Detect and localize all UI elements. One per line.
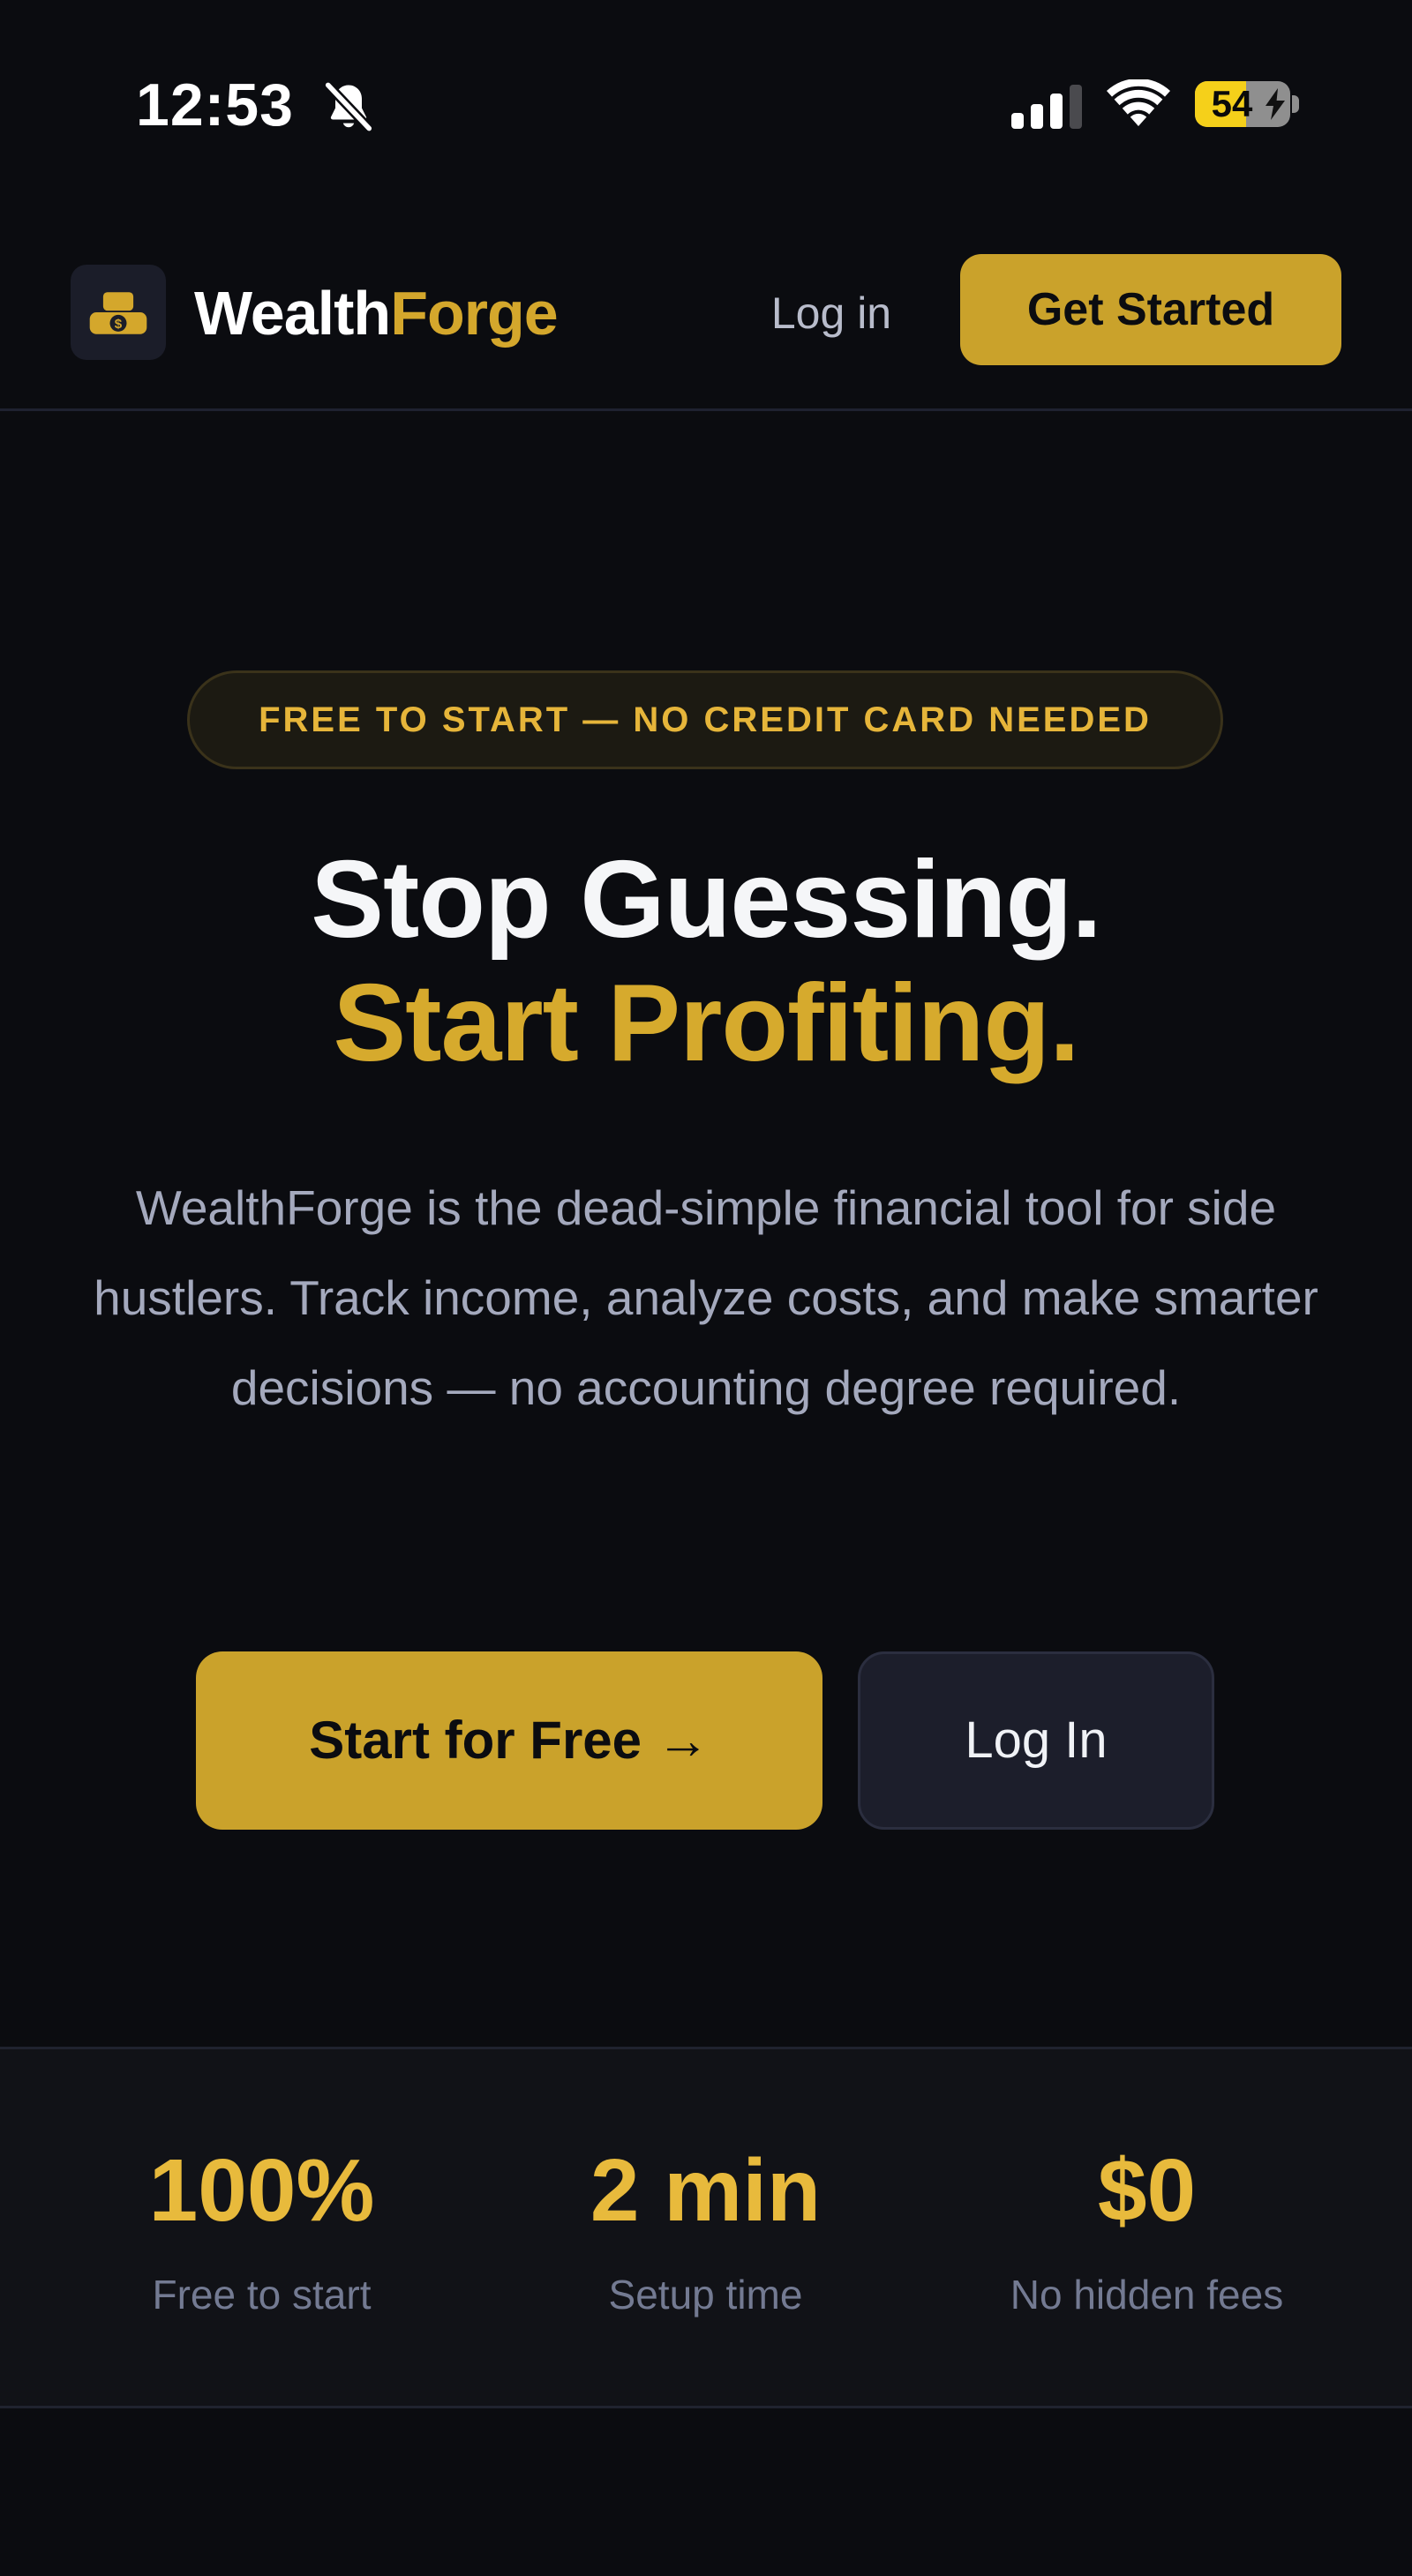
stat-value: $0 <box>1097 2141 1197 2240</box>
gold-bars-icon: $ <box>89 292 147 334</box>
nav-login-link[interactable]: Log in <box>757 273 905 353</box>
brand-name-part1: Wealth <box>194 279 391 348</box>
hero-description: WealthForge is the dead-simple financial… <box>94 1180 1318 1415</box>
stat-label: No hidden fees <box>1010 2272 1284 2318</box>
start-for-free-button[interactable]: Start for Free → <box>196 1651 822 1830</box>
brand-name-part2: Forge <box>390 279 558 348</box>
cellular-signal-icon <box>1011 85 1082 129</box>
svg-text:$: $ <box>115 317 123 332</box>
stat-value: 2 min <box>590 2141 822 2240</box>
hero-login-button[interactable]: Log In <box>858 1651 1214 1830</box>
get-started-button[interactable]: Get Started <box>960 254 1341 365</box>
top-navbar: $ WealthForge Log in Get Started <box>0 203 1412 411</box>
stat-value: 100% <box>148 2141 375 2240</box>
hero-headline-line1: Stop Guessing. <box>311 839 1101 961</box>
bell-slash-icon <box>323 80 374 133</box>
landing-page: 12:53 54 $ WealthForge Log in Get Starte… <box>0 0 1412 2576</box>
status-time: 12:53 <box>136 71 294 139</box>
free-badge: FREE TO START — NO CREDIT CARD NEEDED <box>187 670 1223 769</box>
charging-bolt-icon <box>1266 88 1285 120</box>
stat-item: $0 No hidden fees <box>912 2049 1382 2411</box>
stat-item: 2 min Setup time <box>470 2049 941 2411</box>
stats-strip: 100% Free to start 2 min Setup time $0 N… <box>0 2047 1412 2408</box>
hero-headline-line2: Start Profiting. <box>333 962 1079 1084</box>
battery-cap <box>1292 95 1299 113</box>
stat-label: Setup time <box>608 2272 803 2318</box>
stat-label: Free to start <box>152 2272 372 2318</box>
wifi-icon <box>1107 79 1170 126</box>
stat-item: 100% Free to start <box>26 2049 497 2411</box>
brand-name[interactable]: WealthForge <box>194 273 559 353</box>
logo[interactable]: $ <box>71 265 166 360</box>
battery-percent: 54 <box>1211 83 1253 124</box>
battery-indicator: 54 <box>1195 81 1290 127</box>
status-bar: 12:53 54 <box>0 0 1412 203</box>
